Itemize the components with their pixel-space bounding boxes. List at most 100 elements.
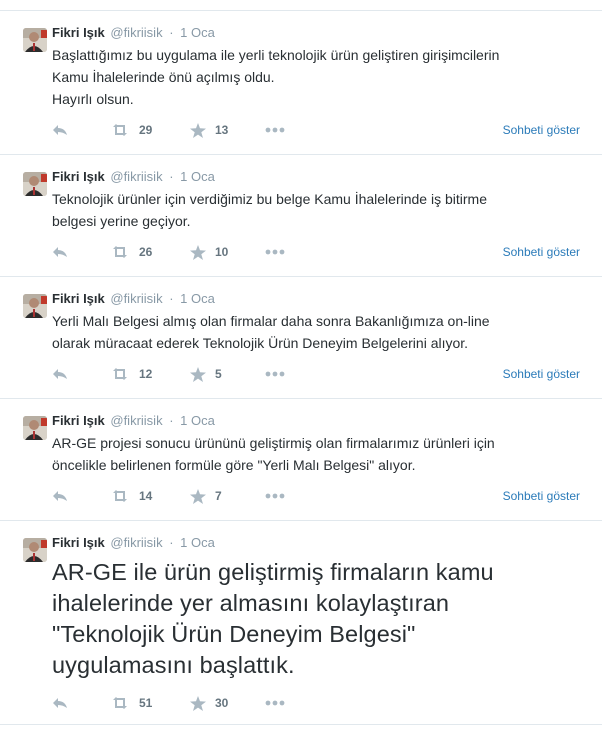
retweet-count: 51	[139, 696, 153, 710]
tweet-actions: 14 7 Sohbeti göster	[52, 485, 590, 507]
tweet-actions: 51 30	[52, 692, 590, 714]
author-name[interactable]: Fikri Işık	[52, 535, 105, 550]
avatar[interactable]	[23, 28, 47, 52]
more-dots-icon	[265, 493, 285, 499]
favorite-count: 30	[215, 696, 229, 710]
favorite-count: 5	[215, 367, 222, 381]
separator: ·	[169, 413, 174, 428]
retweet-count: 14	[139, 489, 153, 503]
show-conversation-link[interactable]: Sohbeti göster	[503, 119, 580, 141]
tweet-time[interactable]: 1 Oca	[180, 535, 215, 550]
retweet-icon	[113, 697, 127, 709]
reply-icon	[53, 369, 67, 379]
tweet-header: Fikri Işık @fikriisik · 1 Oca	[52, 290, 590, 308]
star-icon	[190, 244, 206, 260]
tweet[interactable]: Fikri Işık @fikriisik · 1 Oca Başlattığı…	[0, 10, 602, 154]
more-button[interactable]	[265, 241, 285, 263]
tweet[interactable]: Fikri Işık @fikriisik · 1 Oca AR-GE proj…	[0, 398, 602, 520]
reply-icon	[53, 698, 67, 708]
favorite-button[interactable]: 10	[190, 241, 228, 263]
show-conversation-link[interactable]: Sohbeti göster	[503, 485, 580, 507]
more-button[interactable]	[265, 485, 285, 507]
show-conversation-link[interactable]: Sohbeti göster	[503, 363, 580, 385]
tweet-timeline: Fikri Işık @fikriisik · 1 Oca Başlattığı…	[0, 10, 602, 725]
reply-button[interactable]	[52, 241, 68, 263]
tweet-time[interactable]: 1 Oca	[180, 169, 215, 184]
avatar[interactable]	[23, 416, 47, 440]
reply-icon	[53, 125, 67, 135]
tweet-text: AR-GE projesi sonucu ürününü geliştirmiş…	[52, 435, 495, 473]
retweet-button[interactable]: 29	[110, 119, 152, 141]
more-button[interactable]	[265, 363, 285, 385]
tweet-actions: 29 13 Sohbeti göster	[52, 119, 590, 141]
author-username[interactable]: @fikriisik	[110, 291, 162, 306]
more-dots-icon	[265, 700, 285, 706]
reply-icon	[53, 247, 67, 257]
author-username[interactable]: @fikriisik	[110, 413, 162, 428]
star-icon	[190, 122, 206, 138]
tweet-header: Fikri Işık @fikriisik · 1 Oca	[52, 168, 590, 186]
tweet-actions: 26 10 Sohbeti göster	[52, 241, 590, 263]
separator: ·	[169, 291, 174, 306]
tweet-text: Teknolojik ürünler için verdiğimiz bu be…	[52, 191, 487, 229]
tweet[interactable]: Fikri Işık @fikriisik · 1 Oca Teknolojik…	[0, 154, 602, 276]
author-username[interactable]: @fikriisik	[110, 535, 162, 550]
retweet-count: 26	[139, 245, 153, 259]
favorite-button[interactable]: 13	[190, 119, 228, 141]
tweet[interactable]: Fikri Işık @fikriisik · 1 Oca AR-GE ile …	[0, 520, 602, 725]
favorite-count: 7	[215, 489, 222, 503]
author-name[interactable]: Fikri Işık	[52, 25, 105, 40]
retweet-button[interactable]: 14	[110, 485, 152, 507]
reply-icon	[53, 491, 67, 501]
favorite-button[interactable]: 5	[190, 363, 222, 385]
separator: ·	[169, 25, 174, 40]
retweet-icon	[113, 246, 127, 258]
avatar[interactable]	[23, 294, 47, 318]
tweet-actions: 12 5 Sohbeti göster	[52, 363, 590, 385]
separator: ·	[169, 535, 174, 550]
tweet-header: Fikri Işık @fikriisik · 1 Oca	[52, 24, 590, 42]
more-dots-icon	[265, 249, 285, 255]
retweet-button[interactable]: 51	[110, 692, 152, 714]
retweet-icon	[113, 490, 127, 502]
favorite-count: 13	[215, 123, 229, 137]
avatar[interactable]	[23, 538, 47, 562]
more-dots-icon	[265, 127, 285, 133]
tweet-text: Yerli Malı Belgesi almış olan firmalar d…	[52, 313, 490, 351]
author-username[interactable]: @fikriisik	[110, 169, 162, 184]
retweet-count: 12	[139, 367, 153, 381]
reply-button[interactable]	[52, 119, 68, 141]
star-icon	[190, 695, 206, 711]
favorite-button[interactable]: 30	[190, 692, 228, 714]
retweet-icon	[113, 124, 127, 136]
favorite-button[interactable]: 7	[190, 485, 222, 507]
retweet-button[interactable]: 26	[110, 241, 152, 263]
retweet-count: 29	[139, 123, 153, 137]
more-button[interactable]	[265, 692, 285, 714]
author-name[interactable]: Fikri Işık	[52, 169, 105, 184]
show-conversation-link[interactable]: Sohbeti göster	[503, 241, 580, 263]
author-name[interactable]: Fikri Işık	[52, 413, 105, 428]
reply-button[interactable]	[52, 485, 68, 507]
reply-button[interactable]	[52, 692, 68, 714]
retweet-button[interactable]: 12	[110, 363, 152, 385]
tweet-header: Fikri Işık @fikriisik · 1 Oca	[52, 412, 590, 430]
tweet-time[interactable]: 1 Oca	[180, 413, 215, 428]
star-icon	[190, 366, 206, 382]
tweet-header: Fikri Işık @fikriisik · 1 Oca	[52, 534, 590, 552]
reply-button[interactable]	[52, 363, 68, 385]
star-icon	[190, 488, 206, 504]
separator: ·	[169, 169, 174, 184]
more-dots-icon	[265, 371, 285, 377]
tweet-text: Başlattığımız bu uygulama ile yerli tekn…	[52, 47, 500, 107]
more-button[interactable]	[265, 119, 285, 141]
tweet-time[interactable]: 1 Oca	[180, 291, 215, 306]
author-username[interactable]: @fikriisik	[110, 25, 162, 40]
retweet-icon	[113, 368, 127, 380]
author-name[interactable]: Fikri Işık	[52, 291, 105, 306]
tweet-time[interactable]: 1 Oca	[180, 25, 215, 40]
favorite-count: 10	[215, 245, 229, 259]
tweet-text: AR-GE ile ürün geliştirmiş firmaların ka…	[52, 559, 494, 678]
avatar[interactable]	[23, 172, 47, 196]
tweet[interactable]: Fikri Işık @fikriisik · 1 Oca Yerli Malı…	[0, 276, 602, 398]
